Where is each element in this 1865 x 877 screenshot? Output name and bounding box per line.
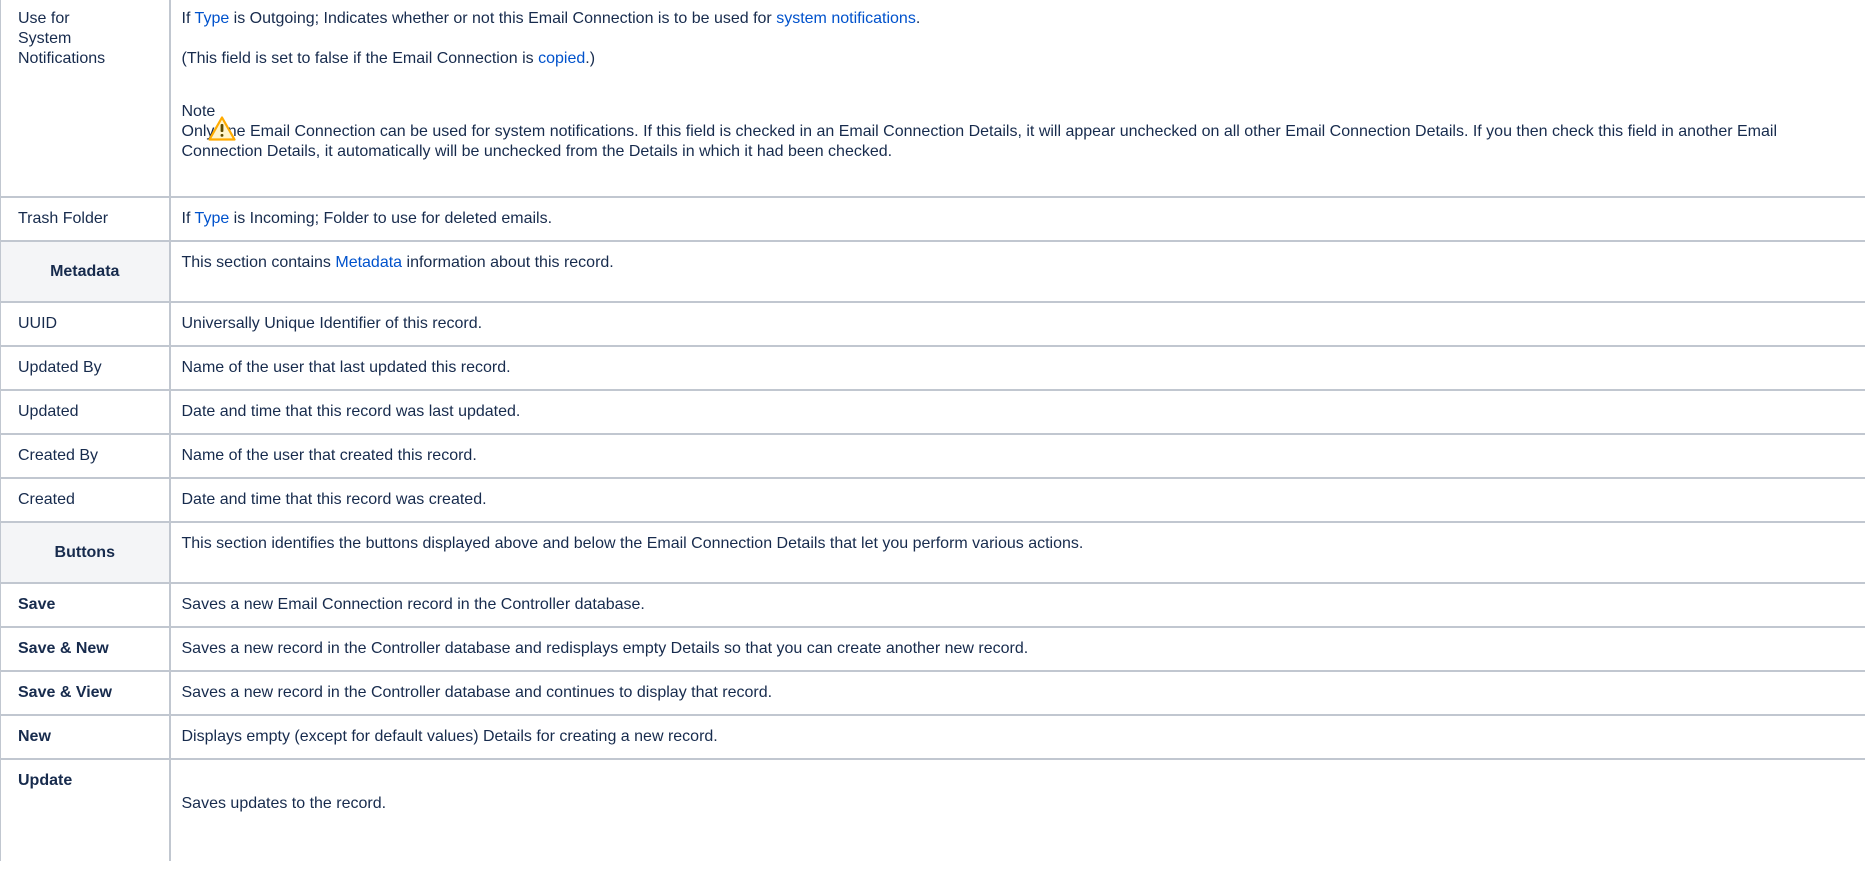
text: is Incoming; Folder to use for deleted e… [229, 210, 553, 227]
label-line: Notifications [18, 50, 106, 67]
field-label-updated-by: Updated By [0, 345, 171, 391]
button-label-save-and-view: Save & View [0, 670, 171, 716]
table-row-updated-by: Updated By Name of the user that last up… [0, 345, 1865, 391]
table-row-uuid: UUID Universally Unique Identifier of th… [0, 301, 1865, 347]
field-description-updated: Date and time that this record was last … [168, 389, 1865, 435]
table-row-save-and-new: Save & New Saves a new record in the Con… [0, 626, 1865, 672]
field-label-uuid: UUID [0, 301, 171, 347]
field-description-uuid: Universally Unique Identifier of this re… [168, 301, 1865, 347]
description-paragraph: If Type is Outgoing; Indicates whether o… [182, 9, 1856, 29]
table-row-buttons-header: Buttons This section identifies the butt… [0, 521, 1865, 584]
metadata-link[interactable]: Metadata [335, 254, 402, 271]
note-panel: Note Only one Email Connection can be us… [182, 102, 1856, 162]
table-row-trash-folder: Trash Folder If Type is Incoming; Folder… [0, 196, 1865, 242]
text: (This field is set to false if the Email… [181, 50, 539, 67]
text: information about this record. [402, 254, 614, 271]
type-link[interactable]: Type [195, 10, 230, 27]
button-description-save-and-view: Saves a new record in the Controller dat… [168, 670, 1865, 716]
button-description-update: Saves updates to the record. [168, 758, 1865, 861]
button-description-save-and-new: Saves a new record in the Controller dat… [168, 626, 1865, 672]
field-label-use-for-system-notifications: Use for System Notifications [0, 0, 171, 198]
note-body: Only one Email Connection can be used fo… [181, 123, 1778, 160]
text: If [181, 210, 195, 227]
copied-link[interactable]: copied [538, 50, 585, 67]
button-label-save-and-new: Save & New [0, 626, 171, 672]
text: If [181, 10, 195, 27]
field-description-trash-folder: If Type is Incoming; Folder to use for d… [168, 196, 1865, 242]
table-row-metadata-header: Metadata This section contains Metadata … [0, 240, 1865, 303]
section-header-buttons: Buttons [0, 521, 171, 584]
table-row-new: New Displays empty (except for default v… [0, 714, 1865, 760]
button-description-save: Saves a new Email Connection record in t… [168, 582, 1865, 628]
field-label-updated: Updated [0, 389, 171, 435]
section-description-metadata: This section contains Metadata informati… [168, 240, 1865, 303]
table-row-use-for-system-notifications: Use for System Notifications If Type is … [0, 0, 1865, 198]
text: is Outgoing; Indicates whether or not th… [229, 10, 777, 27]
section-header-metadata: Metadata [0, 240, 171, 303]
field-description-updated-by: Name of the user that last updated this … [168, 345, 1865, 391]
field-description-created-by: Name of the user that created this recor… [168, 433, 1865, 479]
description-paragraph: (This field is set to false if the Email… [182, 49, 1856, 69]
type-link[interactable]: Type [195, 210, 230, 227]
table-row-update: Update Saves updates to the record. [0, 758, 1865, 861]
field-description-use-for-system-notifications: If Type is Outgoing; Indicates whether o… [168, 0, 1865, 198]
text: This section contains [181, 254, 336, 271]
table-row-created-by: Created By Name of the user that created… [0, 433, 1865, 479]
field-description-created: Date and time that this record was creat… [168, 477, 1865, 523]
table-row-updated: Updated Date and time that this record w… [0, 389, 1865, 435]
button-label-new: New [0, 714, 171, 760]
label-line: Use for [18, 10, 70, 27]
field-label-created-by: Created By [0, 433, 171, 479]
warning-icon [207, 116, 236, 141]
system-notifications-link[interactable]: system notifications [776, 10, 916, 27]
note-title: Note [181, 103, 216, 120]
button-description-new: Displays empty (except for default value… [168, 714, 1865, 760]
table-row-save-and-view: Save & View Saves a new record in the Co… [0, 670, 1865, 716]
field-label-created: Created [0, 477, 171, 523]
text: .) [585, 50, 596, 67]
button-label-save: Save [0, 582, 171, 628]
field-descriptions-table: Use for System Notifications If Type is … [0, 0, 1865, 861]
text: . [915, 10, 921, 27]
label-line: System [18, 30, 72, 47]
table-row-created: Created Date and time that this record w… [0, 477, 1865, 523]
section-description-buttons: This section identifies the buttons disp… [168, 521, 1865, 584]
table-row-save: Save Saves a new Email Connection record… [0, 582, 1865, 628]
field-label-trash-folder: Trash Folder [0, 196, 171, 242]
button-label-update: Update [0, 758, 171, 861]
